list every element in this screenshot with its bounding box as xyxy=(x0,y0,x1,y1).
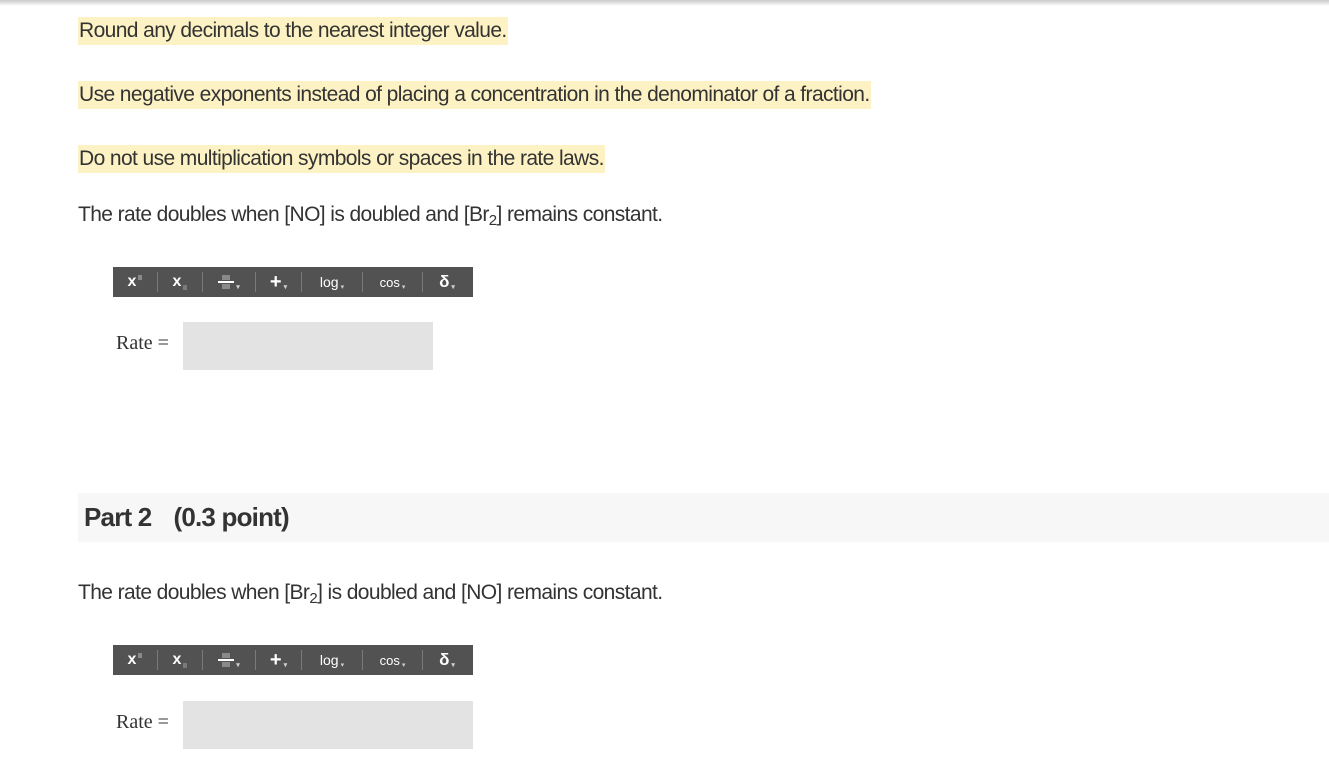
plus-icon: + xyxy=(269,648,282,671)
caret-down-icon: ▾ xyxy=(236,284,240,291)
subscript-button[interactable]: x xyxy=(158,645,202,675)
fraction-button[interactable]: ▾ xyxy=(203,645,255,675)
part2-points: (0.3 point) xyxy=(173,502,289,532)
fraction-button[interactable]: ▾ xyxy=(203,267,255,297)
part2-title: Part 2 xyxy=(84,502,152,532)
part1-prompt: The rate doubles when [NO] is doubled an… xyxy=(78,203,664,229)
trig-button[interactable]: cos ▾ xyxy=(363,267,422,297)
part2-rate-input[interactable] xyxy=(183,701,473,749)
part1-rate-input[interactable] xyxy=(183,322,433,370)
operators-button[interactable]: + ▾ xyxy=(256,645,301,675)
greek-button[interactable]: δ ▾ xyxy=(423,267,471,297)
fraction-icon xyxy=(218,275,235,289)
part1-prompt-post: ] remains constant. xyxy=(496,203,664,226)
trig-button[interactable]: cos ▾ xyxy=(363,645,422,675)
part2-prompt-post: ] is doubled and [NO] remains constant. xyxy=(317,581,663,604)
caret-down-icon: ▾ xyxy=(283,284,288,291)
superscript-button[interactable]: x xyxy=(113,645,157,675)
part2-header: Part 2 (0.3 point) xyxy=(78,493,1329,542)
caret-down-icon: ▾ xyxy=(340,284,345,291)
part2-prompt: The rate doubles when [Br2] is doubled a… xyxy=(78,581,663,607)
superscript-icon: x xyxy=(127,651,137,668)
fraction-icon xyxy=(218,653,235,667)
cos-icon: cos xyxy=(379,652,400,668)
superscript-button[interactable]: x xyxy=(113,267,157,297)
instruction-negative-exponents: Use negative exponents instead of placin… xyxy=(78,81,871,109)
log-button[interactable]: log ▾ xyxy=(302,645,362,675)
part1-prompt-sub: 2 xyxy=(488,212,497,229)
part2-prompt-pre: The rate doubles when [Br xyxy=(78,581,310,604)
log-button[interactable]: log ▾ xyxy=(302,267,362,297)
superscript-icon: x xyxy=(127,273,137,290)
caret-down-icon: ▾ xyxy=(401,284,406,291)
delta-icon: δ xyxy=(439,650,450,669)
cos-icon: cos xyxy=(379,274,400,290)
greek-button[interactable]: δ ▾ xyxy=(423,645,471,675)
plus-icon: + xyxy=(269,270,282,293)
part2-rate-label: Rate = xyxy=(116,711,169,733)
caret-down-icon: ▾ xyxy=(283,662,288,669)
part1-rate-label: Rate = xyxy=(116,332,169,354)
top-shadow xyxy=(0,0,1329,6)
operators-button[interactable]: + ▾ xyxy=(256,267,301,297)
instruction-no-multiplication: Do not use multiplication symbols or spa… xyxy=(78,145,605,173)
caret-down-icon: ▾ xyxy=(340,662,345,669)
caret-down-icon: ▾ xyxy=(451,284,455,291)
log-icon: log xyxy=(319,274,339,290)
caret-down-icon: ▾ xyxy=(236,662,240,669)
instruction-round-decimals: Round any decimals to the nearest intege… xyxy=(78,17,508,45)
caret-down-icon: ▾ xyxy=(401,662,406,669)
delta-icon: δ xyxy=(439,272,450,291)
caret-down-icon: ▾ xyxy=(451,662,455,669)
part1-math-toolbar: x x ▾ + ▾ log ▾ cos ▾ δ ▾ xyxy=(113,267,473,297)
log-icon: log xyxy=(319,652,339,668)
subscript-icon: x xyxy=(172,273,182,290)
part2-math-toolbar: x x ▾ + ▾ log ▾ cos ▾ δ ▾ xyxy=(113,645,473,675)
part1-prompt-pre: The rate doubles when [NO] is doubled an… xyxy=(78,203,489,226)
subscript-button[interactable]: x xyxy=(158,267,202,297)
subscript-icon: x xyxy=(172,651,182,668)
part2-prompt-sub: 2 xyxy=(309,590,318,607)
